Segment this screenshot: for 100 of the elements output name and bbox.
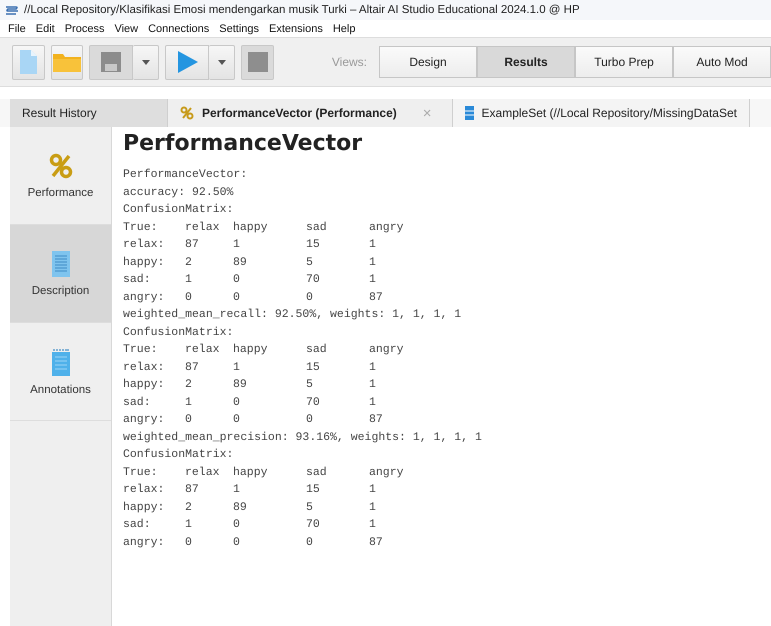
matrix-cell-text: happy: (123, 254, 166, 270)
matrix-cell-text: relax (185, 220, 221, 236)
sidebar-item[interactable]: Annotations (10, 323, 111, 421)
matrix-cell-text: relax (185, 464, 221, 480)
matrix-cell-text: happy (233, 464, 269, 480)
matrix-cell-text: sad (306, 342, 328, 358)
matrix-cell-text: 70 (306, 517, 321, 533)
matrix-cell-text: happy (233, 342, 269, 358)
matrix-cell-text: 1 (185, 272, 193, 288)
view-tab[interactable]: Results (477, 46, 576, 78)
matrix-cell-text: 87 (369, 290, 384, 306)
matrix-cell-text: angry: (123, 412, 166, 428)
open-button[interactable] (50, 44, 84, 80)
matrix-cell-text: True: (123, 342, 159, 358)
matrix-cell-text: 0 (233, 534, 241, 550)
menu-item[interactable]: File (8, 22, 26, 34)
menu-item[interactable]: Extensions (269, 22, 323, 34)
matrix-cell-text: 15 (306, 360, 321, 376)
save-button[interactable] (89, 44, 134, 80)
sidebar-label: Annotations (30, 384, 91, 396)
result-tab[interactable]: Result History (10, 99, 168, 127)
output-line: weighted_mean_precision: 93.16%, weights: 1, 1, 1, 1 (123, 430, 482, 446)
matrix-cell-text: 0 (233, 290, 241, 306)
sidebar-item[interactable]: Description (10, 225, 111, 323)
view-tab[interactable]: Auto Mod (673, 46, 771, 78)
view-tab[interactable]: Turbo Prep (575, 46, 674, 78)
menu-item[interactable]: Edit (36, 22, 55, 34)
matrix-cell-text: True: (123, 220, 159, 236)
matrix-cell-text: 2 (185, 377, 193, 393)
matrix-cell-text: 1 (369, 237, 377, 253)
matrix-cell-text: 1 (369, 517, 377, 533)
matrix-cell-text: 87 (185, 360, 200, 376)
matrix-cell-text: 89 (233, 254, 248, 270)
notepad-icon (52, 348, 70, 376)
matrix-cell-text: 0 (185, 290, 193, 306)
matrix-cell-text: 0 (306, 412, 314, 428)
document-icon (52, 250, 70, 276)
output-line: PerformanceVector: (123, 167, 248, 183)
tab-label: PerformanceVector (Performance) (202, 106, 397, 120)
matrix-cell-text: True: (123, 464, 159, 480)
matrix-cell-text: 87 (369, 412, 384, 428)
matrix-cell-text: happy: (123, 377, 166, 393)
matrix-cell-text: happy (233, 220, 269, 236)
stop-button[interactable] (241, 44, 274, 80)
views-label: Views: (332, 55, 368, 69)
folder-icon (52, 51, 82, 73)
caret-icon (218, 60, 226, 64)
output-line: weighted_mean_recall: 92.50%, weights: 1, 1, 1, 1 (123, 307, 462, 323)
menu-item[interactable]: Settings (219, 22, 260, 34)
tab-label: ExampleSet (//Local Repository/MissingDataSet (482, 106, 737, 120)
matrix-cell-text: relax: (123, 482, 166, 498)
run-dropdown-button[interactable] (209, 44, 236, 80)
matrix-cell-text: 89 (233, 377, 248, 393)
matrix-cell-text: 87 (185, 482, 200, 498)
menu-item[interactable]: Help (332, 22, 356, 34)
matrix-cell-text: relax: (123, 237, 166, 253)
matrix-cell-text: 1 (233, 360, 241, 376)
content-title: PerformanceVector (123, 131, 364, 156)
matrix-cell-text: angry: (123, 534, 166, 550)
matrix-cell-text: 1 (233, 482, 241, 498)
matrix-cell-text: 0 (185, 412, 193, 428)
menu-item[interactable]: View (114, 22, 138, 34)
output-line: ConfusionMatrix: (123, 447, 234, 463)
matrix-cell-text: sad (306, 464, 328, 480)
matrix-cell-text: 1 (369, 482, 377, 498)
view-tab[interactable]: Design (379, 46, 478, 78)
stop-icon (248, 52, 268, 72)
matrix-cell-text: 1 (369, 272, 377, 288)
matrix-cell-text: 0 (306, 534, 314, 550)
matrix-cell-text: relax: (123, 360, 166, 376)
menu-item[interactable]: Process (64, 22, 104, 34)
new-process-button[interactable] (12, 44, 45, 80)
matrix-cell-text: 1 (369, 254, 377, 270)
result-tab[interactable]: ExampleSet (//Local Repository/MissingDataSet (452, 99, 750, 127)
matrix-cell-text: sad: (123, 394, 152, 410)
matrix-cell-text: sad: (123, 272, 152, 288)
output-line: ConfusionMatrix: (123, 324, 234, 340)
matrix-cell-text: 2 (185, 500, 193, 516)
window-title: //Local Repository/Klasifikasi Emosi mendengarkan musik Turki – Altair AI Studio Educational 2024.1.0 @ HP (24, 4, 580, 16)
matrix-cell-text: 87 (185, 237, 200, 253)
matrix-cell-text: happy: (123, 500, 166, 516)
result-tab[interactable]: PerformanceVector (Performance) × (168, 99, 453, 127)
play-icon (175, 50, 200, 74)
sidebar-label: Description (32, 284, 90, 296)
matrix-cell-text: 1 (369, 360, 377, 376)
matrix-cell-text: angry (369, 342, 405, 358)
save-dropdown-button[interactable] (133, 44, 160, 80)
matrix-cell-text: angry (369, 464, 405, 480)
matrix-cell-text: 15 (306, 237, 321, 253)
matrix-cell-text: 1 (369, 394, 377, 410)
matrix-cell-text: 15 (306, 482, 321, 498)
menu-item[interactable]: Connections (148, 22, 210, 34)
sidebar-label: Performance (28, 186, 94, 198)
matrix-cell-text: 70 (306, 394, 321, 410)
output-line: ConfusionMatrix: (123, 202, 234, 218)
run-button[interactable] (165, 44, 210, 80)
matrix-cell-text: angry: (123, 290, 166, 306)
matrix-cell-text: 0 (233, 412, 241, 428)
matrix-cell-text: 1 (369, 377, 377, 393)
matrix-cell-text: sad: (123, 517, 152, 533)
